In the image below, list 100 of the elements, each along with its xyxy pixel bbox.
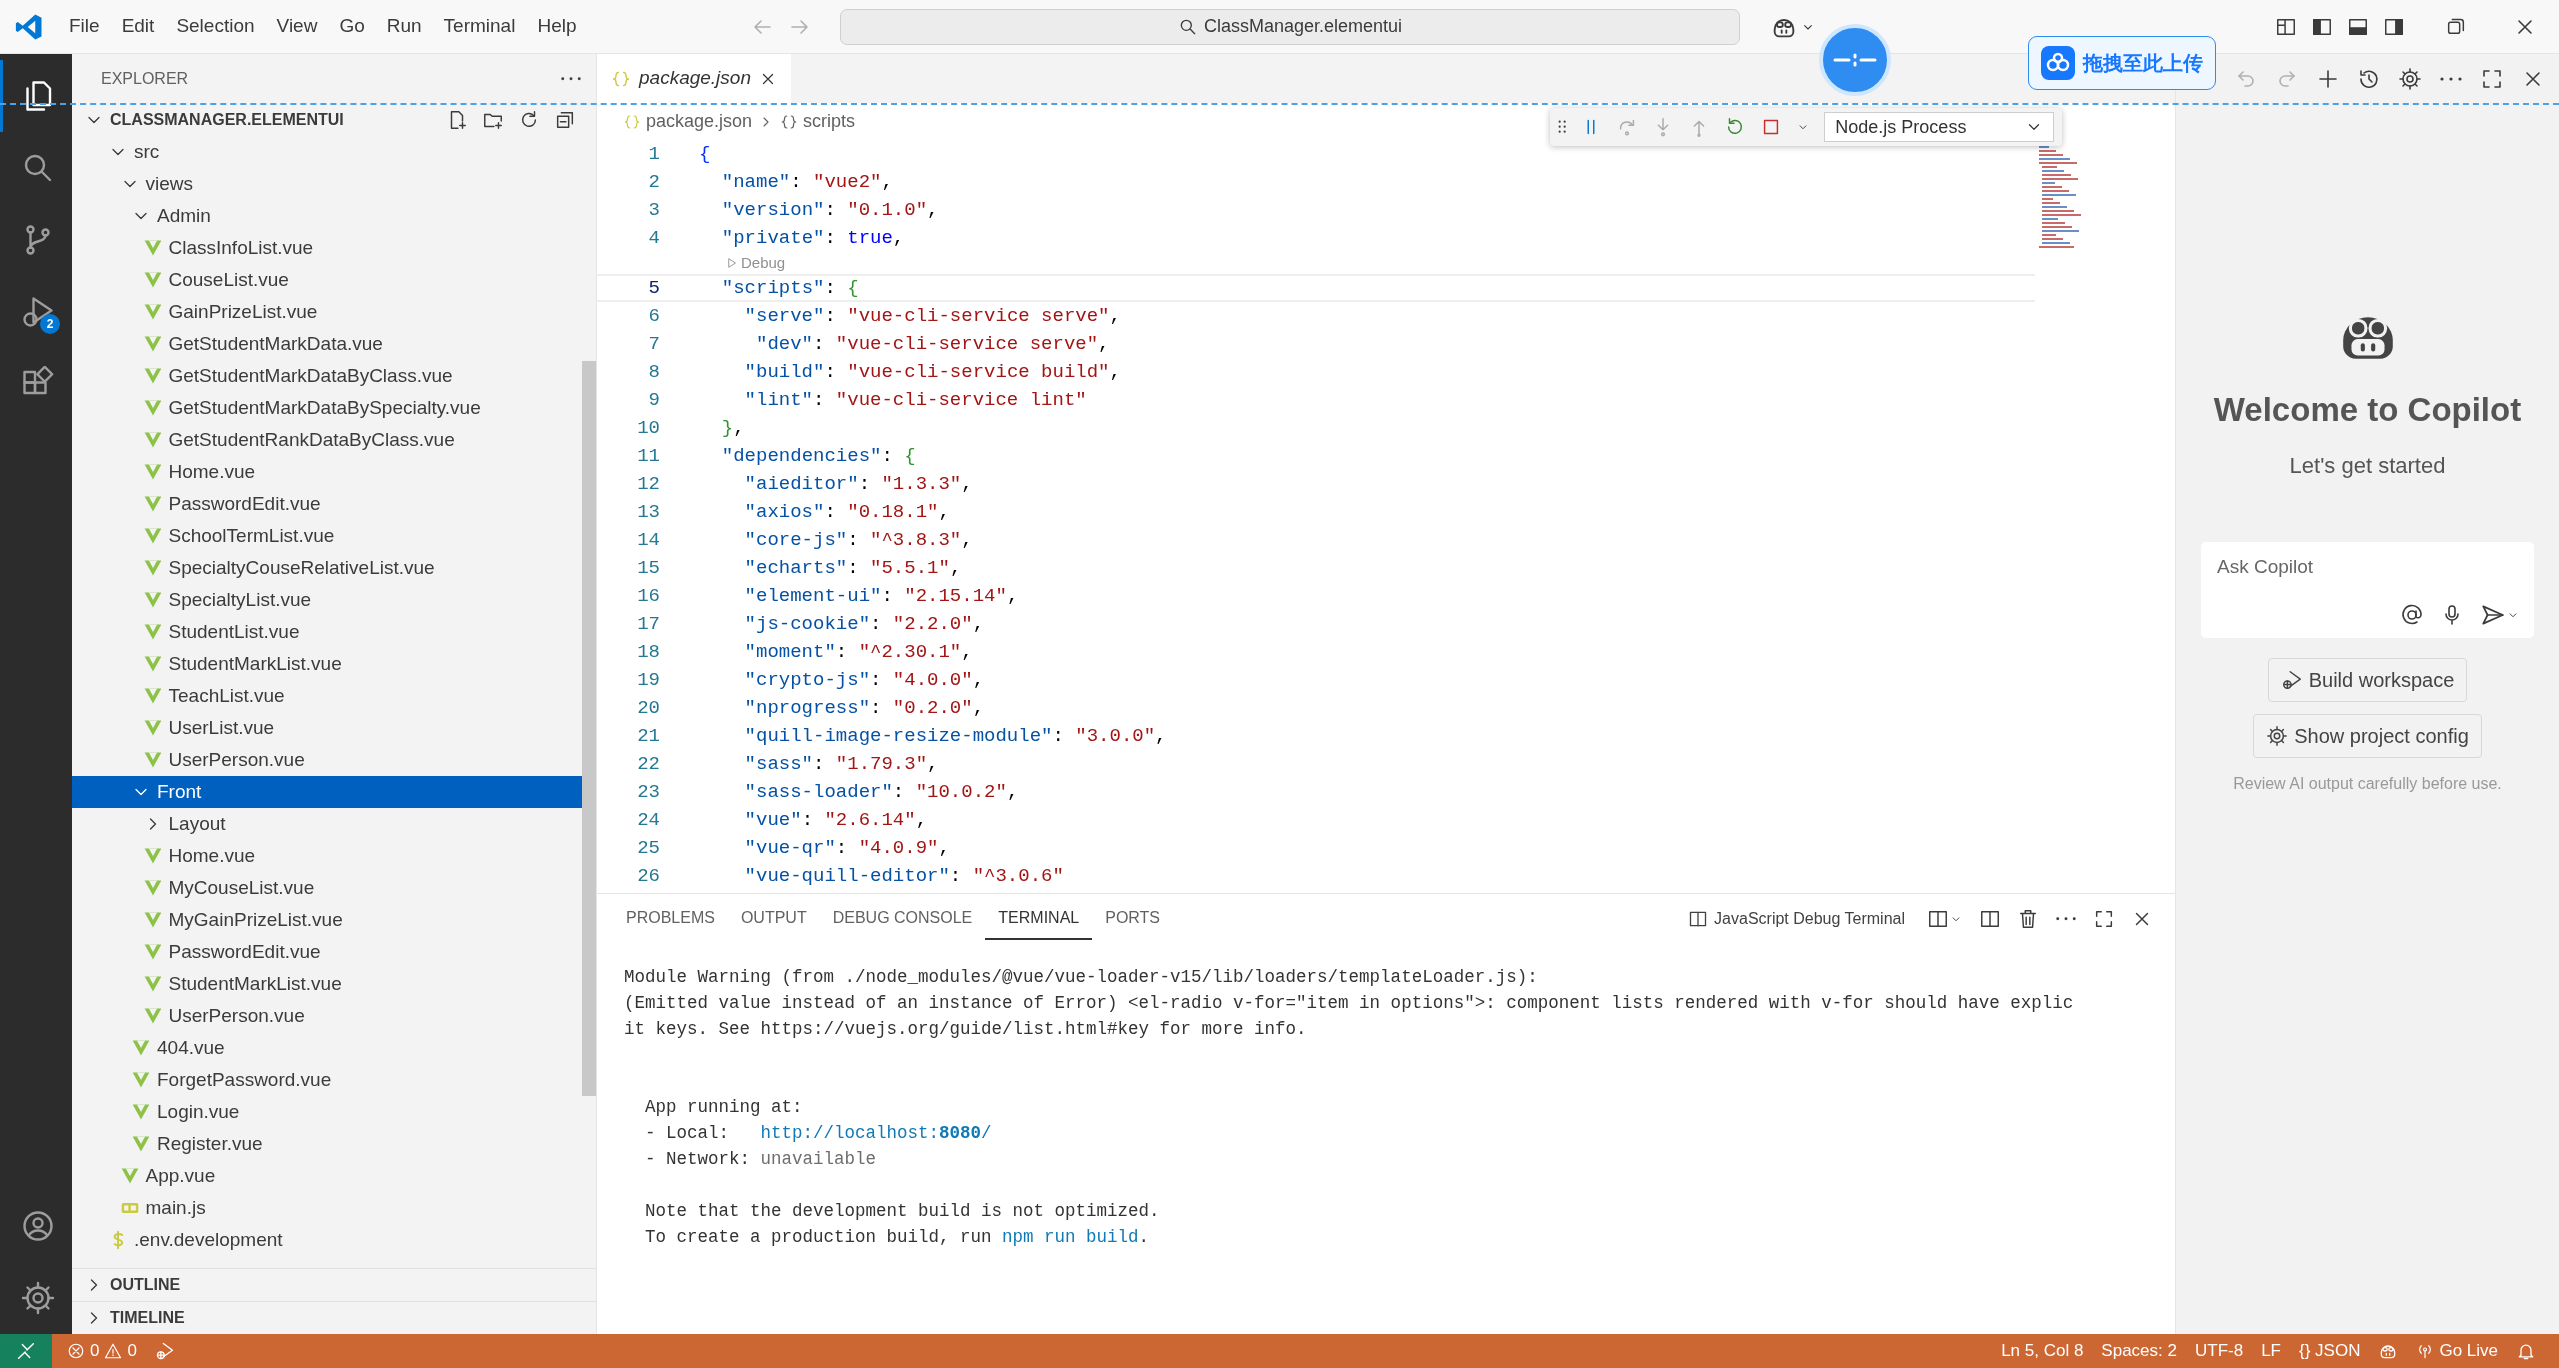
- breadcrumb-item[interactable]: scripts: [780, 108, 856, 135]
- panel-tab[interactable]: TERMINAL: [985, 898, 1093, 940]
- collapse-all-icon[interactable]: [554, 109, 576, 131]
- tree-item[interactable]: Layout: [72, 808, 582, 840]
- code-line: },: [720, 415, 745, 441]
- tree-item[interactable]: TeachList.vue: [72, 680, 582, 712]
- tree-item[interactable]: UserList.vue: [72, 712, 582, 744]
- line-number: 12: [636, 471, 660, 497]
- tree-item[interactable]: UserPerson.vue: [72, 1000, 582, 1032]
- problems-status[interactable]: 0 0: [58, 1338, 146, 1364]
- code-line: "element-ui": "2.15.14",: [743, 583, 1019, 609]
- tree-item[interactable]: Login.vue: [72, 1096, 582, 1128]
- tree-item[interactable]: Home.vue: [72, 456, 582, 488]
- vue-file-icon: [142, 686, 163, 706]
- go-live-button[interactable]: Go Live: [2407, 1338, 2507, 1364]
- command-center-search[interactable]: ClassManager.elementui: [840, 8, 1740, 45]
- tree-item[interactable]: CouseList.vue: [72, 264, 582, 296]
- code-line: "vue": "2.6.14",: [743, 807, 928, 833]
- split-icon[interactable]: [1979, 908, 2001, 930]
- breadcrumb-item[interactable]: package.json: [623, 108, 753, 135]
- tree-item[interactable]: PasswordEdit.vue: [72, 936, 582, 968]
- tree-item[interactable]: views: [72, 168, 582, 200]
- line-number: 15: [636, 555, 660, 581]
- code-line: "aieditor": "1.3.3",: [743, 471, 973, 497]
- tree-item[interactable]: GainPrizeList.vue: [72, 296, 582, 328]
- line-number: 21: [636, 723, 660, 749]
- tree-item[interactable]: UserPerson.vue: [72, 744, 582, 776]
- tree-item[interactable]: src: [72, 136, 582, 168]
- chat-input-field[interactable]: Ask Copilot: [2215, 551, 2520, 582]
- tree-item[interactable]: StudentList.vue: [72, 616, 582, 648]
- settings-icon[interactable]: [2398, 66, 2422, 91]
- code-line: "name": "vue2",: [720, 169, 893, 195]
- line-number: 9: [647, 387, 660, 413]
- more-icon[interactable]: [2439, 75, 2463, 82]
- tree-item[interactable]: GetStudentRankDataByClass.vue: [72, 424, 582, 456]
- copilot-action-button[interactable]: Build workspace: [2267, 657, 2468, 702]
- tree-item[interactable]: StudentMarkList.vue: [72, 648, 582, 680]
- editor-tab[interactable]: package.json: [597, 54, 791, 103]
- tree-item[interactable]: StudentMarkList.vue: [72, 968, 582, 1000]
- trash-icon[interactable]: [2017, 908, 2039, 930]
- terminal-line: - Local: http://localhost:8080/: [644, 1123, 992, 1143]
- tree-item[interactable]: Home.vue: [72, 840, 582, 872]
- terminal-selector[interactable]: JavaScript Debug Terminal: [1682, 906, 1911, 932]
- menu-item[interactable]: Run: [377, 8, 431, 45]
- terminal-link[interactable]: http://localhost:8080/: [760, 1123, 992, 1143]
- tree-item[interactable]: SchoolTermList.vue: [72, 520, 582, 552]
- indentation-status[interactable]: Spaces: 2: [2092, 1338, 2186, 1364]
- tree-item[interactable]: GetStudentMarkDataByClass.vue: [72, 360, 582, 392]
- menu-item[interactable]: Help: [528, 8, 586, 45]
- chat-input-box[interactable]: Ask Copilot: [2201, 541, 2534, 638]
- more-icon[interactable]: [2055, 916, 2077, 922]
- floating-widget-icon[interactable]: [1819, 24, 1891, 96]
- debug-session-dropdown[interactable]: Node.js Process: [1824, 112, 2055, 142]
- tree-item[interactable]: ForgetPassword.vue: [72, 1064, 582, 1096]
- encoding-status[interactable]: UTF-8: [2185, 1338, 2253, 1364]
- vue-file-icon: [142, 590, 163, 610]
- activity-bar-button[interactable]: 2: [0, 276, 72, 348]
- tree-item[interactable]: App.vue: [72, 1160, 582, 1192]
- tree-item[interactable]: .env.development: [72, 1224, 582, 1256]
- code-line: "js-cookie": "2.2.0",: [743, 611, 985, 637]
- tree-item[interactable]: PasswordEdit.vue: [72, 488, 582, 520]
- mention-icon[interactable]: [2400, 602, 2424, 627]
- panel-tab[interactable]: PROBLEMS: [613, 898, 728, 940]
- tree-item[interactable]: ClassInfoList.vue: [72, 232, 582, 264]
- language-mode-status[interactable]: {} JSON: [2290, 1338, 2370, 1364]
- copilot-action-button[interactable]: Show project config: [2253, 713, 2482, 758]
- menu-item[interactable]: Selection: [167, 8, 264, 45]
- tree-item[interactable]: GetStudentMarkData.vue: [72, 328, 582, 360]
- maximize-icon[interactable]: [2093, 908, 2115, 930]
- tree-item[interactable]: Admin: [72, 200, 582, 232]
- tree-item[interactable]: main.js: [72, 1192, 582, 1224]
- tree-item[interactable]: Register.vue: [72, 1128, 582, 1160]
- upload-drop-button[interactable]: 拖拽至此上传: [2028, 36, 2216, 90]
- menu-item[interactable]: Edit: [112, 8, 164, 45]
- tree-item[interactable]: MyCouseList.vue: [72, 872, 582, 904]
- remote-indicator-button[interactable]: [0, 1334, 52, 1368]
- more-actions-button[interactable]: [560, 76, 582, 82]
- vue-file-icon: [131, 1102, 151, 1122]
- section-header[interactable]: OUTLINE: [72, 1268, 596, 1301]
- menu-item[interactable]: Go: [330, 8, 374, 45]
- panel-tab[interactable]: OUTPUT: [727, 898, 820, 940]
- menu-item[interactable]: Terminal: [434, 8, 525, 45]
- tree-item[interactable]: SpecialtyList.vue: [72, 584, 582, 616]
- panel-tab[interactable]: PORTS: [1092, 898, 1174, 940]
- tree-item[interactable]: Front: [72, 776, 582, 808]
- cursor-position-status[interactable]: Ln 5, Col 8: [1992, 1338, 2093, 1364]
- scrollbar-thumb[interactable]: [582, 361, 596, 1096]
- menu-item[interactable]: View: [267, 8, 327, 45]
- tree-item[interactable]: MyGainPrizeList.vue: [72, 904, 582, 936]
- menu-item[interactable]: File: [60, 8, 109, 45]
- tree-item[interactable]: 404.vue: [72, 1032, 582, 1064]
- split-terminal-icon[interactable]: [1927, 908, 1949, 930]
- tree-item[interactable]: GetStudentMarkDataBySpecialty.vue: [72, 392, 582, 424]
- drag-handle-icon[interactable]: [1558, 120, 1567, 134]
- tree-item[interactable]: SpecialtyCouseRelativeList.vue: [72, 552, 582, 584]
- workspace-folder-header[interactable]: CLASSMANAGER.ELEMENTUI: [72, 104, 596, 136]
- code-line: "axios": "0.18.1",: [743, 499, 950, 525]
- line-ending-status[interactable]: LF: [2252, 1338, 2290, 1364]
- panel-tab[interactable]: DEBUG CONSOLE: [819, 898, 986, 940]
- vue-file-icon: [142, 366, 163, 386]
